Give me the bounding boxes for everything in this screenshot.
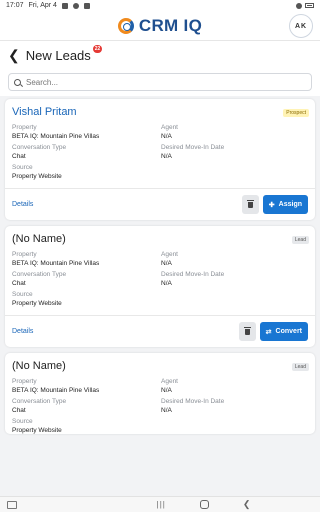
assign-button[interactable]: ✚ Assign — [262, 195, 308, 214]
conversation-type-value: Chat — [12, 280, 26, 287]
page-title: New Leads — [25, 47, 91, 63]
conversation-type-label: Conversation Type — [12, 271, 67, 278]
trash-icon — [246, 199, 254, 208]
lead-card[interactable]: (No Name) Lead Property BETA IQ: Mountai… — [5, 226, 315, 347]
details-link[interactable]: Details — [12, 201, 33, 208]
wifi-icon — [296, 2, 302, 9]
source-value: Property Website — [12, 300, 62, 307]
move-in-label: Desired Move-In Date — [161, 398, 225, 405]
lead-fields: Property BETA IQ: Mountain Pine Villas A… — [12, 251, 308, 307]
lead-fields: Property BETA IQ: Mountain Pine Villas A… — [12, 124, 308, 180]
status-badge: Prospect — [283, 109, 309, 117]
agent-label: Agent — [161, 251, 178, 258]
agent-label: Agent — [161, 378, 178, 385]
notification-icon — [61, 2, 68, 9]
property-value: BETA IQ: Mountain Pine Villas — [12, 387, 100, 394]
property-value: BETA IQ: Mountain Pine Villas — [12, 260, 100, 267]
move-in-label: Desired Move-In Date — [161, 144, 225, 151]
convert-button[interactable]: ⇄ Convert — [259, 322, 308, 341]
property-label: Property — [12, 251, 37, 258]
agent-value: N/A — [161, 387, 172, 394]
search-box[interactable] — [8, 73, 312, 91]
trash-icon — [243, 326, 251, 335]
card-actions: ⇄ Convert — [238, 322, 308, 341]
conversation-type-value: Chat — [12, 407, 26, 414]
conversation-type-value: Chat — [12, 153, 26, 160]
recents-icon[interactable]: ||| — [157, 500, 166, 509]
move-in-value: N/A — [161, 407, 172, 414]
source-label: Source — [12, 418, 33, 425]
notification-icon-3 — [83, 2, 90, 9]
move-in-value: N/A — [161, 153, 172, 160]
search-bar — [0, 69, 320, 96]
search-input[interactable] — [26, 77, 306, 87]
app-header: CRM IQ AK — [0, 11, 320, 41]
nav-buttons: ||| ❮ — [87, 499, 251, 510]
page-header: ❮ New Leads 22 — [0, 41, 320, 69]
agent-label: Agent — [161, 124, 178, 131]
lead-card[interactable]: (No Name) Lead Property BETA IQ: Mountai… — [5, 353, 315, 434]
battery-icon — [305, 3, 314, 8]
assign-label: Assign — [278, 201, 302, 208]
move-in-value: N/A — [161, 280, 172, 287]
lead-list: Vishal Pritam Prospect Property BETA IQ:… — [0, 96, 320, 434]
count-badge: 22 — [92, 45, 103, 53]
card-footer: Details ✚ Assign — [5, 188, 315, 220]
property-value: BETA IQ: Mountain Pine Villas — [12, 133, 100, 140]
avatar[interactable]: AK — [289, 14, 313, 38]
conversation-type-label: Conversation Type — [12, 144, 67, 151]
search-icon — [14, 78, 21, 86]
lead-fields: Property BETA IQ: Mountain Pine Villas A… — [12, 378, 308, 434]
assign-user-icon: ✚ — [268, 201, 275, 209]
delete-button[interactable] — [238, 322, 256, 341]
card-footer: Details ⇄ Convert — [5, 315, 315, 347]
agent-value: N/A — [161, 133, 172, 140]
lead-name[interactable]: (No Name) — [12, 360, 308, 372]
lead-name[interactable]: (No Name) — [12, 233, 308, 245]
status-badge: Lead — [291, 363, 309, 371]
app-name: CRM IQ — [138, 15, 203, 35]
property-label: Property — [12, 124, 37, 131]
move-in-label: Desired Move-In Date — [161, 271, 225, 278]
keyboard-icon[interactable] — [7, 500, 17, 509]
delete-button[interactable] — [241, 195, 259, 214]
status-badge: Lead — [291, 236, 309, 244]
card-actions: ✚ Assign — [241, 195, 308, 214]
back-nav-icon[interactable]: ❮ — [243, 499, 251, 510]
chevron-left-icon[interactable]: ❮ — [8, 48, 20, 62]
logo-icon — [117, 17, 134, 34]
lead-name[interactable]: Vishal Pritam — [12, 106, 308, 118]
convert-label: Convert — [275, 328, 302, 335]
status-bar: 17:07 Fri, Apr 4 — [0, 0, 320, 11]
lead-card[interactable]: Vishal Pritam Prospect Property BETA IQ:… — [5, 99, 315, 220]
property-label: Property — [12, 378, 37, 385]
source-label: Source — [12, 164, 33, 171]
status-time: 17:07 — [6, 2, 24, 9]
source-value: Property Website — [12, 173, 62, 180]
home-icon[interactable] — [199, 500, 209, 509]
app-logo: CRM IQ — [117, 15, 203, 36]
details-link[interactable]: Details — [12, 328, 33, 335]
status-date: Fri, Apr 4 — [28, 2, 57, 9]
convert-icon: ⇄ — [265, 328, 272, 336]
system-nav-bar: ||| ❮ — [0, 496, 320, 512]
source-label: Source — [12, 291, 33, 298]
agent-value: N/A — [161, 260, 172, 267]
notification-icon-2 — [72, 2, 79, 9]
source-value: Property Website — [12, 427, 62, 434]
conversation-type-label: Conversation Type — [12, 398, 67, 405]
